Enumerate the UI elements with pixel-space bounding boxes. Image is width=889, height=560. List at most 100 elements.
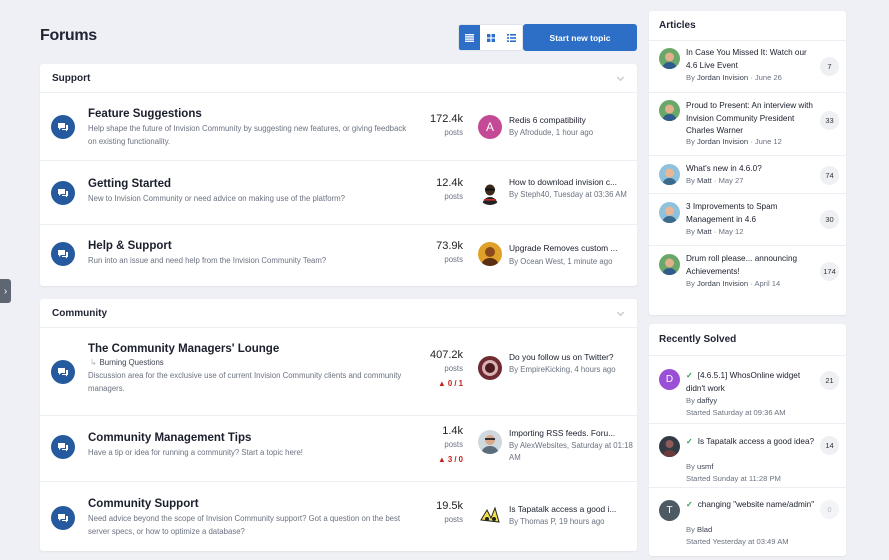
article-title[interactable]: 3 Improvements to Spam Management in 4.6 [686, 201, 816, 226]
category-header: Support [40, 64, 637, 93]
last-post-meta: By Steph40, Tuesday at 03:36 AM [509, 190, 627, 199]
forum-post-count: 19.5k [436, 500, 463, 512]
article-item[interactable]: In Case You Missed It: Watch our 4.6 Liv… [649, 41, 846, 93]
forum-row-getting-started[interactable]: Getting Started New to Invision Communit… [40, 161, 637, 225]
forum-row-feature-suggestions[interactable]: Feature Suggestions Help shape the futur… [40, 93, 637, 161]
forum-chat-icon [51, 242, 75, 266]
forum-post-count-label: posts [444, 440, 463, 449]
category-community: Community The Community Managers' Lounge… [40, 299, 637, 551]
article-title[interactable]: Drum roll please... announcing Achieveme… [686, 253, 816, 278]
article-title[interactable]: In Case You Missed It: Watch our 4.6 Liv… [686, 47, 816, 72]
forum-row-community-management-tips[interactable]: Community Management Tips Have a tip or … [40, 416, 637, 482]
article-meta: By Jordan Invision · June 12 [686, 137, 782, 146]
solved-author: By usmf [686, 462, 714, 471]
solved-title[interactable]: ✓ changing "website name/admin" [686, 499, 816, 512]
forum-post-count: 172.4k [429, 113, 463, 125]
last-post-title[interactable]: Upgrade Removes custom ... [509, 243, 631, 253]
avatar[interactable] [659, 48, 680, 69]
checkmark-icon: ✓ [686, 500, 693, 509]
forum-post-count-label: posts [444, 364, 463, 373]
avatar[interactable] [659, 202, 680, 223]
chevron-down-icon[interactable] [616, 309, 625, 318]
article-title[interactable]: What's new in 4.6.0? [686, 163, 816, 176]
reply-count-badge: 21 [820, 371, 839, 390]
category-title: Support [52, 72, 91, 84]
solved-title[interactable]: ✓ Is Tapatalk access a good idea? [686, 436, 816, 449]
article-meta: By Jordan Invision · April 14 [686, 279, 781, 288]
article-item[interactable]: Proud to Present: An interview with Invi… [649, 93, 846, 156]
start-new-topic-button[interactable]: Start new topic [523, 24, 637, 51]
forum-row-help-support[interactable]: Help & Support Run into an issue and nee… [40, 225, 637, 285]
forum-title[interactable]: The Community Managers' Lounge [88, 343, 279, 355]
avatar[interactable] [478, 242, 502, 266]
reply-count-badge: 0 [820, 500, 839, 519]
last-post-title[interactable]: Importing RSS feeds. Foru... [509, 428, 631, 438]
last-post-title[interactable]: How to download invision c... [509, 177, 631, 187]
article-item[interactable]: What's new in 4.6.0? By Matt · May 27 74 [649, 156, 846, 194]
articles-heading: Articles [649, 11, 846, 41]
subforum-link[interactable]: ↳ Burning Questions [90, 358, 164, 367]
last-post-meta: By AlexWebsites, Saturday at 01:18 AM [509, 441, 633, 462]
avatar[interactable] [659, 254, 680, 275]
forum-description: Need advice beyond the scope of Invision… [88, 514, 401, 536]
article-title[interactable]: Proud to Present: An interview with Invi… [686, 100, 816, 138]
forum-row-community-support[interactable]: Community Support Need advice beyond the… [40, 482, 637, 551]
recently-solved-widget: Recently Solved D ✓ [4.6.5.1] WhosOnline … [649, 324, 846, 556]
forum-title[interactable]: Getting Started [88, 178, 171, 190]
reply-count-badge: 14 [820, 436, 839, 455]
grid-view-button[interactable] [480, 25, 501, 50]
forum-title[interactable]: Community Management Tips [88, 432, 251, 444]
solved-item[interactable]: D ✓ [4.6.5.1] WhosOnline widget didn't wo… [649, 356, 846, 424]
article-meta: By Jordan Invision · June 26 [686, 73, 782, 82]
last-post-title[interactable]: Redis 6 compatibility [509, 115, 631, 125]
avatar[interactable]: T [659, 500, 680, 521]
checkmark-icon: ✓ [686, 371, 693, 380]
avatar[interactable] [478, 430, 502, 454]
forum-chat-icon [51, 115, 75, 139]
article-meta: By Matt · May 27 [686, 176, 744, 185]
avatar[interactable] [478, 356, 502, 380]
article-item[interactable]: 3 Improvements to Spam Management in 4.6… [649, 194, 846, 246]
recently-solved-heading: Recently Solved [649, 324, 846, 356]
solved-item[interactable]: T ✓ changing "website name/admin" By Blad… [649, 488, 846, 556]
forum-title[interactable]: Community Support [88, 498, 199, 510]
avatar[interactable]: A [478, 115, 502, 139]
avatar[interactable] [659, 436, 680, 457]
fluid-view-button[interactable] [501, 25, 522, 50]
comment-count-badge: 174 [820, 262, 839, 281]
page-title: Forums [40, 27, 97, 44]
category-title: Community [52, 307, 107, 319]
avatar[interactable] [659, 164, 680, 185]
chevron-down-icon[interactable] [616, 74, 625, 83]
forum-post-count: 12.4k [436, 177, 463, 189]
last-post-title[interactable]: Do you follow us on Twitter? [509, 352, 631, 362]
sidebar-toggle-handle[interactable]: › [0, 279, 11, 303]
solved-item[interactable]: ✓ Is Tapatalk access a good idea? By usmf… [649, 424, 846, 488]
forum-row-community-managers-lounge[interactable]: The Community Managers' Lounge ↳ Burning … [40, 328, 637, 416]
report-count[interactable]: ▲ 3 / 0 [438, 455, 463, 464]
report-count[interactable]: ▲ 0 / 1 [438, 379, 463, 388]
avatar[interactable] [659, 100, 680, 121]
article-meta: By Matt · May 12 [686, 227, 744, 236]
forum-post-count-label: posts [444, 192, 463, 201]
avatar[interactable]: D [659, 369, 680, 390]
comment-count-badge: 30 [820, 210, 839, 229]
table-view-button[interactable] [459, 25, 480, 50]
subforum-arrow-icon: ↳ [90, 358, 97, 367]
warning-icon: ▲ [437, 455, 446, 464]
last-post-title[interactable]: Is Tapatalk access a good i... [509, 504, 631, 514]
comment-count-badge: 74 [820, 166, 839, 185]
forum-title[interactable]: Feature Suggestions [88, 108, 202, 120]
solved-title[interactable]: ✓ [4.6.5.1] WhosOnline widget didn't work [686, 370, 816, 395]
avatar[interactable] [478, 504, 502, 528]
grid-icon [486, 33, 495, 42]
article-item[interactable]: Drum roll please... announcing Achieveme… [649, 246, 846, 315]
avatar[interactable] [478, 181, 502, 205]
forum-title[interactable]: Help & Support [88, 240, 172, 252]
forum-description: Help shape the future of Invision Commun… [88, 124, 407, 146]
forum-post-count: 407.2k [429, 349, 463, 361]
solved-started: Started Sunday at 11:28 PM [686, 474, 781, 483]
comment-count-badge: 33 [820, 111, 839, 130]
solved-started: Started Yesterday at 03:49 AM [686, 537, 789, 546]
detailed-list-icon [507, 33, 516, 42]
